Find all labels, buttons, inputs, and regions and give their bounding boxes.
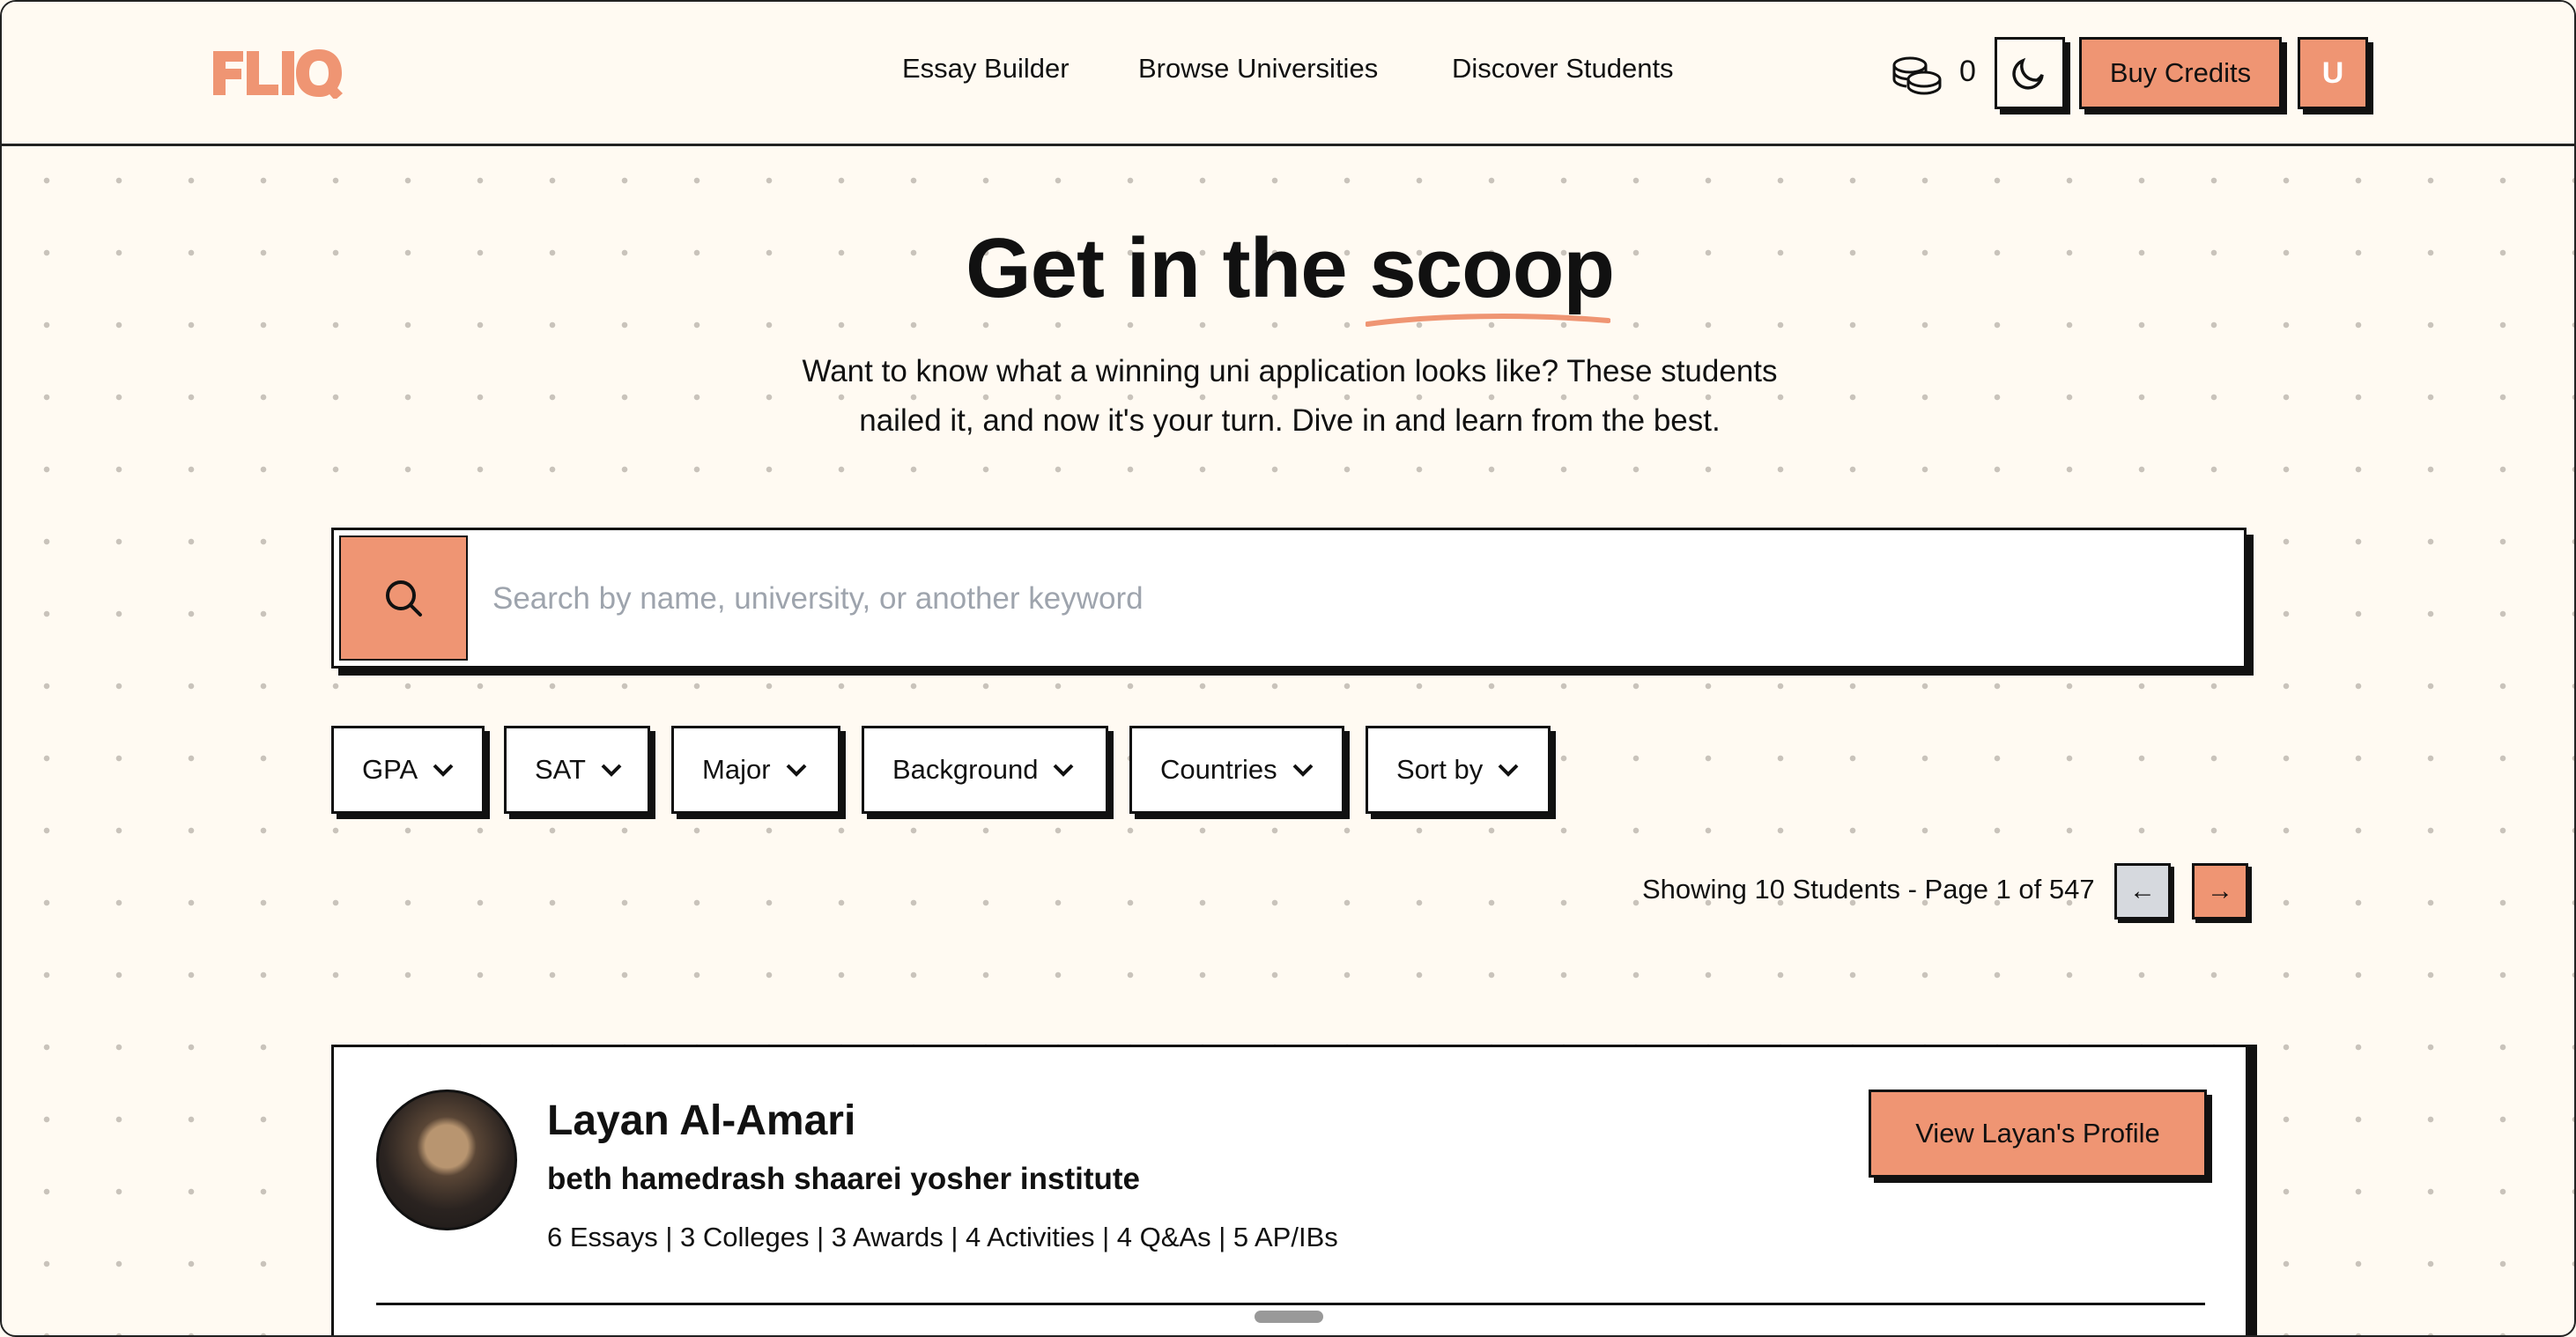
search-input[interactable] [491,565,2168,632]
next-page-button[interactable]: → [2192,863,2248,920]
student-stats: 6 Essays | 3 Colleges | 3 Awards | 4 Act… [547,1222,1338,1252]
app-window: Essay Builder Browse Universities Discov… [0,0,2576,1337]
subtitle-line-1: Want to know what a winning uni applicat… [802,354,1778,388]
prev-page-button[interactable]: ← [2114,863,2171,920]
theme-toggle-button[interactable] [1995,37,2065,109]
moon-icon [2012,57,2044,90]
search-button[interactable] [339,536,468,661]
scroll-handle[interactable] [1255,1311,1323,1323]
filter-label: Sort by [1396,754,1484,785]
credit-count: 0 [1959,55,1976,88]
student-card: Layan Al-Amari beth hamedrash shaarei yo… [331,1045,2248,1335]
chevron-down-icon [433,764,454,777]
coins-icon [1892,56,1942,95]
filter-major[interactable]: Major [671,726,840,814]
search-icon [386,580,422,617]
nav-discover-students[interactable]: Discover Students [1452,53,1674,85]
filter-sat[interactable]: SAT [504,726,650,814]
filter-background[interactable]: Background [862,726,1108,814]
chevron-down-icon [786,764,806,777]
page-subtitle: Want to know what a winning uni applicat… [761,347,1818,446]
top-navbar: Essay Builder Browse Universities Discov… [2,2,2574,146]
title-highlight: scoop [1366,220,1615,327]
filter-label: Major [702,754,771,785]
chevron-down-icon [1292,764,1314,777]
filter-sort-by[interactable]: Sort by [1366,726,1551,814]
filter-label: SAT [535,754,586,785]
nav-browse-universities[interactable]: Browse Universities [1138,53,1378,85]
search-bar [331,528,2247,668]
subtitle-line-2: nailed it, and now it's your turn. Dive … [859,403,1721,438]
filter-label: Background [892,754,1039,785]
user-avatar-button[interactable]: U [2298,37,2368,109]
chevron-down-icon [1054,764,1074,777]
filter-countries[interactable]: Countries [1129,726,1344,814]
fliq-logo[interactable] [213,48,347,99]
filter-label: Countries [1160,754,1277,785]
buy-credits-button[interactable]: Buy Credits [2079,37,2282,109]
student-name: Layan Al-Amari [547,1097,856,1144]
underline-swoosh [1366,314,1611,327]
student-avatar[interactable] [376,1090,517,1230]
student-school: beth hamedrash shaarei yosher institute [547,1162,1140,1196]
filter-label: GPA [362,754,418,785]
nav-essay-builder[interactable]: Essay Builder [902,53,1070,85]
filter-gpa[interactable]: GPA [331,726,485,814]
card-divider [376,1303,2205,1305]
chevron-down-icon [601,764,622,777]
title-main: Get in the [965,221,1348,315]
chevron-down-icon [1498,764,1519,777]
page-title: Get in the scoop [2,220,2574,327]
view-profile-button[interactable]: View Layan's Profile [1869,1090,2207,1178]
results-summary: Showing 10 Students - Page 1 of 547 [1642,874,2095,905]
